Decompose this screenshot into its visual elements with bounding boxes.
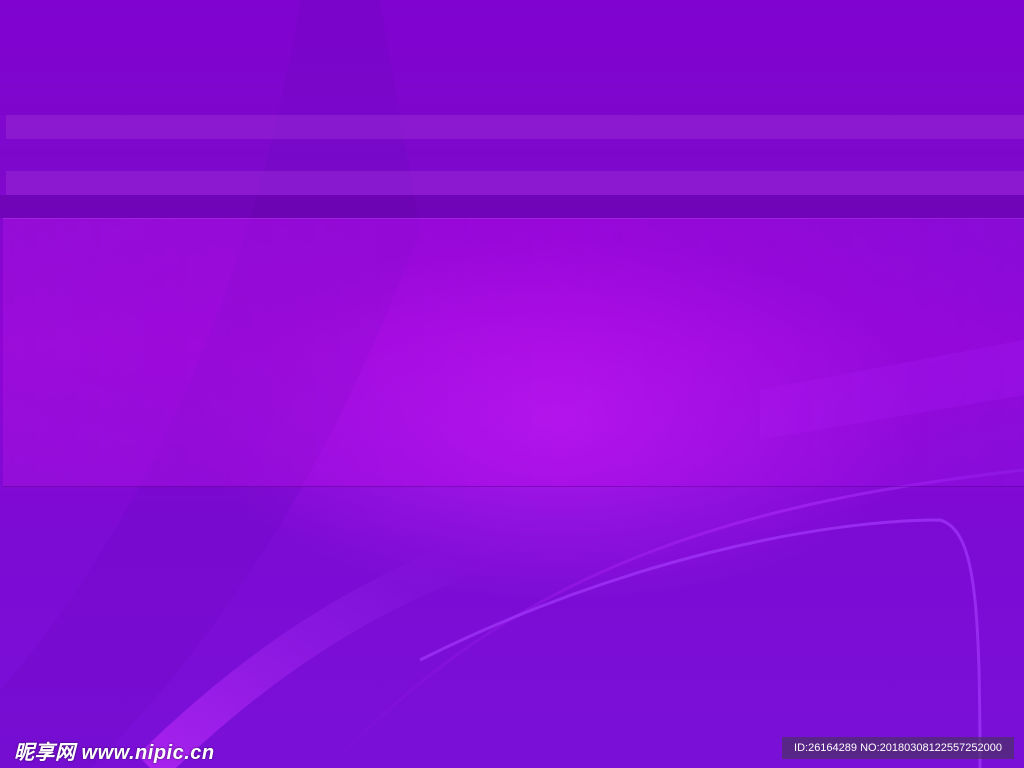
- divider-band: [0, 195, 1024, 218]
- horizontal-stripe: [6, 115, 1024, 139]
- top-band: [0, 0, 1024, 115]
- content-panel: [3, 218, 1024, 487]
- image-id-label: ID:26164289 NO:20180308122557252000: [782, 737, 1014, 759]
- watermark-logo: 昵享网 www.nipic.cn: [14, 742, 215, 764]
- horizontal-stripe: [6, 171, 1024, 195]
